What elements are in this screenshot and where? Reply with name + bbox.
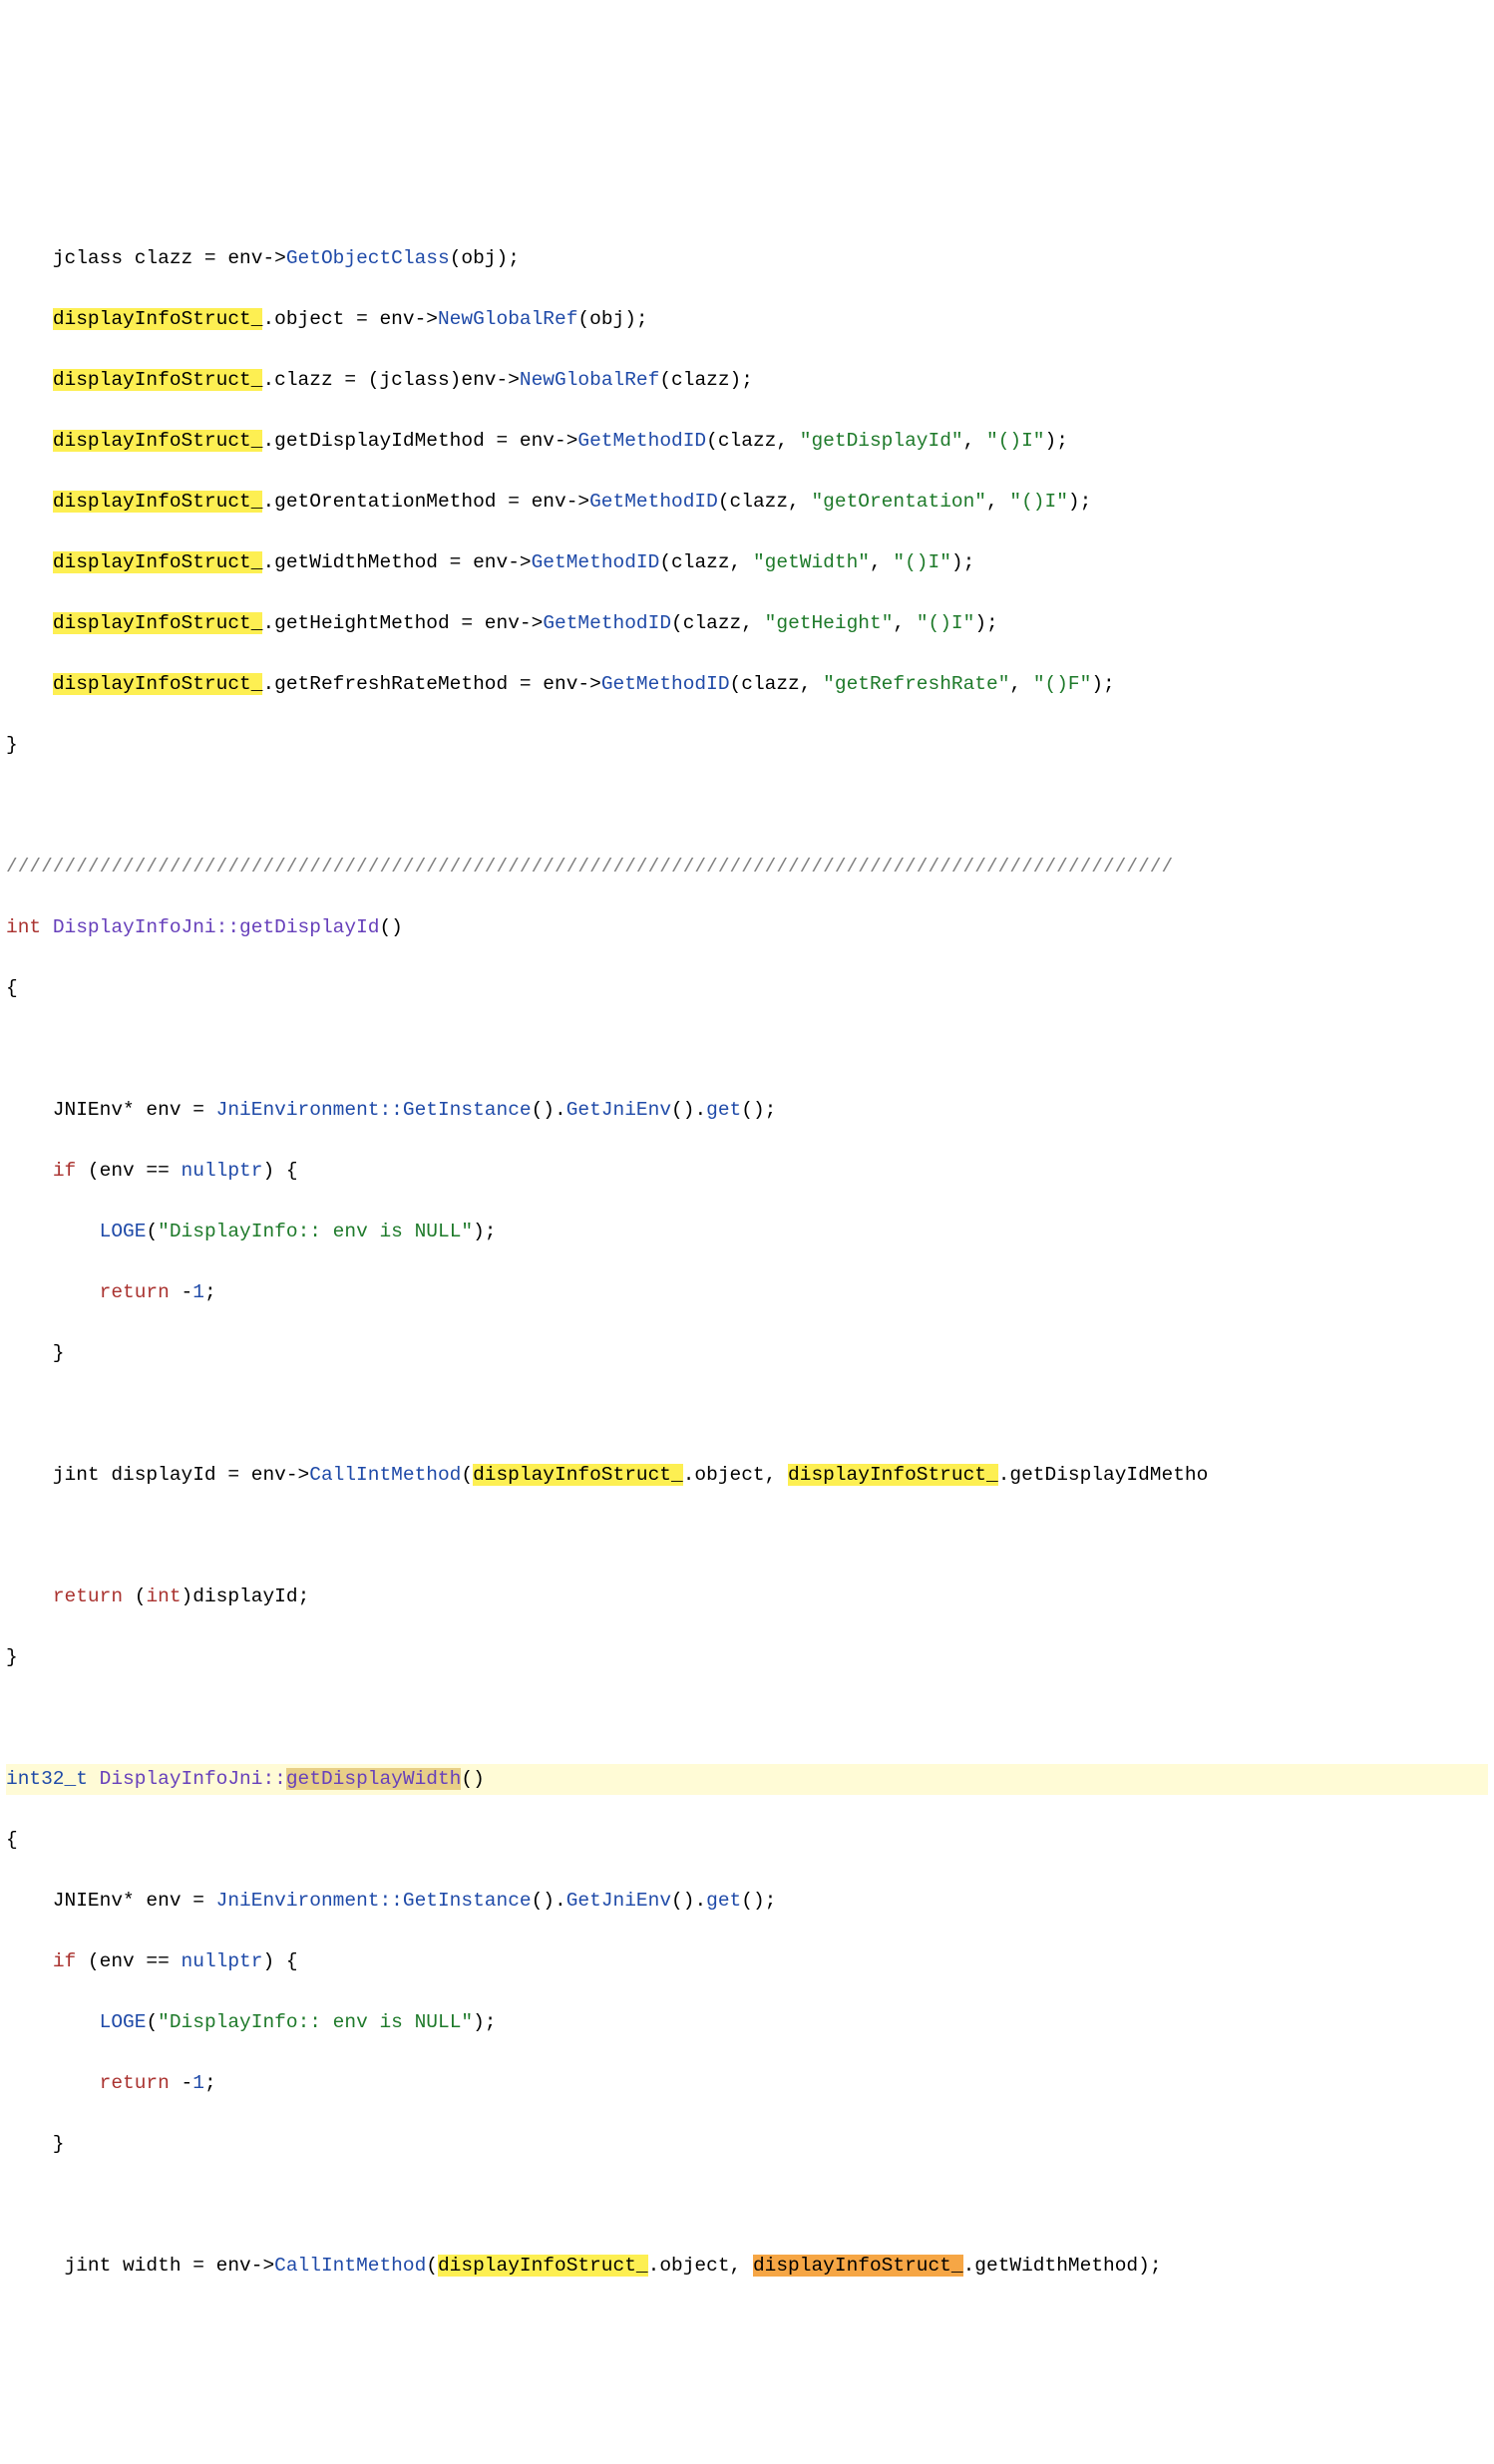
code-line: { bbox=[6, 973, 1488, 1004]
code-line: displayInfoStruct_.getHeightMethod = env… bbox=[6, 608, 1488, 639]
highlight: displayInfoStruct_ bbox=[53, 308, 263, 330]
code-viewer[interactable]: jclass clazz = env->GetObjectClass(obj);… bbox=[0, 153, 1494, 2312]
code-line: { bbox=[6, 1825, 1488, 1856]
code-line: LOGE("DisplayInfo:: env is NULL"); bbox=[6, 2007, 1488, 2038]
code-line bbox=[6, 1521, 1488, 1552]
code-line: } bbox=[6, 1642, 1488, 1673]
code-line: jint displayId = env->CallIntMethod(disp… bbox=[6, 1460, 1488, 1491]
code-line bbox=[6, 1399, 1488, 1430]
highlight: displayInfoStruct_ bbox=[438, 2255, 648, 2277]
highlight: displayInfoStruct_ bbox=[53, 612, 263, 634]
code-line: if (env == nullptr) { bbox=[6, 1946, 1488, 1977]
code-line-highlighted: int32_t DisplayInfoJni::getDisplayWidth(… bbox=[6, 1764, 1488, 1795]
code-line: JNIEnv* env = JniEnvironment::GetInstanc… bbox=[6, 1886, 1488, 1917]
code-line: displayInfoStruct_.getWidthMethod = env-… bbox=[6, 547, 1488, 578]
highlight: displayInfoStruct_ bbox=[53, 491, 263, 513]
code-line: if (env == nullptr) { bbox=[6, 1156, 1488, 1187]
code-line: } bbox=[6, 2129, 1488, 2160]
code-line: displayInfoStruct_.getDisplayIdMethod = … bbox=[6, 426, 1488, 457]
code-line: int DisplayInfoJni::getDisplayId() bbox=[6, 912, 1488, 943]
selection: getDisplayWidth bbox=[286, 1768, 462, 1790]
code-line: return -1; bbox=[6, 2068, 1488, 2099]
code-line bbox=[6, 791, 1488, 822]
code-line bbox=[6, 1703, 1488, 1734]
code-line: return (int)displayId; bbox=[6, 1582, 1488, 1612]
code-line: displayInfoStruct_.clazz = (jclass)env->… bbox=[6, 365, 1488, 396]
code-line bbox=[6, 182, 1488, 213]
code-line bbox=[6, 2190, 1488, 2221]
code-line: displayInfoStruct_.object = env->NewGlob… bbox=[6, 304, 1488, 335]
highlight: displayInfoStruct_ bbox=[53, 551, 263, 573]
highlight: displayInfoStruct_ bbox=[53, 430, 263, 452]
code-line: displayInfoStruct_.getOrentationMethod =… bbox=[6, 487, 1488, 518]
code-line: displayInfoStruct_.getRefreshRateMethod … bbox=[6, 669, 1488, 700]
highlight: displayInfoStruct_ bbox=[53, 369, 263, 391]
code-line: LOGE("DisplayInfo:: env is NULL"); bbox=[6, 1217, 1488, 1247]
code-line bbox=[6, 1034, 1488, 1065]
code-line: } bbox=[6, 1338, 1488, 1369]
code-line: } bbox=[6, 730, 1488, 761]
code-line: jclass clazz = env->GetObjectClass(obj); bbox=[6, 243, 1488, 274]
code-line: return -1; bbox=[6, 1277, 1488, 1308]
highlight: displayInfoStruct_ bbox=[53, 673, 263, 695]
highlight-active: displayInfoStruct_ bbox=[753, 2255, 963, 2277]
code-line: jint width = env->CallIntMethod(displayI… bbox=[6, 2251, 1488, 2282]
code-line: JNIEnv* env = JniEnvironment::GetInstanc… bbox=[6, 1095, 1488, 1126]
code-line: ////////////////////////////////////////… bbox=[6, 852, 1488, 882]
highlight: displayInfoStruct_ bbox=[473, 1464, 683, 1486]
highlight: displayInfoStruct_ bbox=[788, 1464, 998, 1486]
